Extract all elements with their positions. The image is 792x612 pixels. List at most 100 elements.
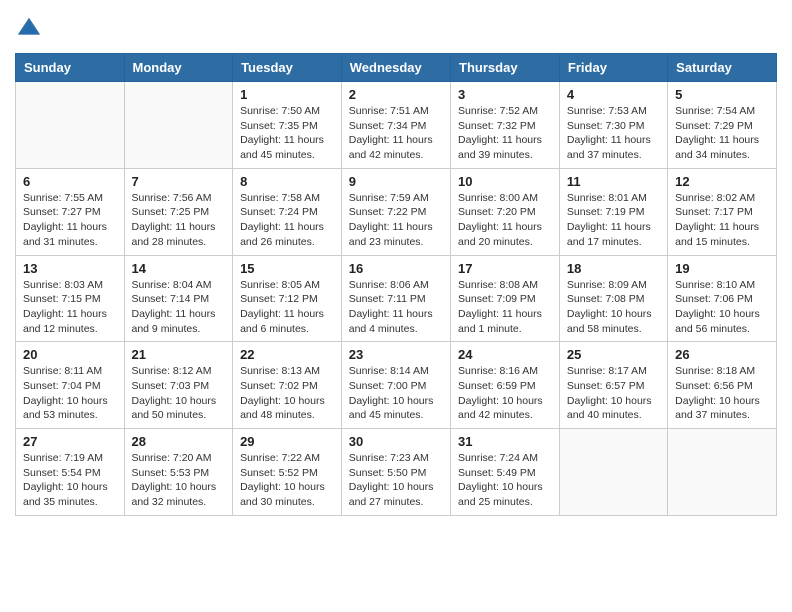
calendar-cell: 9 Sunrise: 7:59 AM Sunset: 7:22 PM Daylig… bbox=[341, 168, 450, 255]
day-info: Sunrise: 8:02 AM Sunset: 7:17 PM Dayligh… bbox=[675, 191, 769, 250]
day-header-tuesday: Tuesday bbox=[233, 54, 342, 82]
page-header bbox=[15, 15, 777, 43]
day-info: Sunrise: 8:03 AM Sunset: 7:15 PM Dayligh… bbox=[23, 278, 117, 337]
logo bbox=[15, 15, 47, 43]
day-info: Sunrise: 8:00 AM Sunset: 7:20 PM Dayligh… bbox=[458, 191, 552, 250]
calendar-cell bbox=[559, 429, 667, 516]
day-number: 3 bbox=[458, 87, 552, 102]
day-info: Sunrise: 7:56 AM Sunset: 7:25 PM Dayligh… bbox=[132, 191, 226, 250]
day-info: Sunrise: 7:50 AM Sunset: 7:35 PM Dayligh… bbox=[240, 104, 334, 163]
day-info: Sunrise: 8:04 AM Sunset: 7:14 PM Dayligh… bbox=[132, 278, 226, 337]
day-number: 9 bbox=[349, 174, 443, 189]
day-header-friday: Friday bbox=[559, 54, 667, 82]
day-info: Sunrise: 7:53 AM Sunset: 7:30 PM Dayligh… bbox=[567, 104, 660, 163]
calendar-cell: 20 Sunrise: 8:11 AM Sunset: 7:04 PM Dayli… bbox=[16, 342, 125, 429]
calendar-cell: 8Sunrise: 7:58 AM Sunset: 7:24 PM Daylig… bbox=[233, 168, 342, 255]
calendar-cell bbox=[668, 429, 777, 516]
day-number: 30 bbox=[349, 434, 443, 449]
day-info: Sunrise: 8:01 AM Sunset: 7:19 PM Dayligh… bbox=[567, 191, 660, 250]
day-header-wednesday: Wednesday bbox=[341, 54, 450, 82]
calendar-week-3: 13 Sunrise: 8:03 AM Sunset: 7:15 PM Dayli… bbox=[16, 255, 777, 342]
calendar-week-2: 6 Sunrise: 7:55 AM Sunset: 7:27 PM Daylig… bbox=[16, 168, 777, 255]
calendar-cell: 1Sunrise: 7:50 AM Sunset: 7:35 PM Daylig… bbox=[233, 82, 342, 169]
calendar-week-4: 20 Sunrise: 8:11 AM Sunset: 7:04 PM Dayli… bbox=[16, 342, 777, 429]
calendar-cell: 29 Sunrise: 7:22 AM Sunset: 5:52 PM Dayli… bbox=[233, 429, 342, 516]
calendar-header-row: SundayMondayTuesdayWednesdayThursdayFrid… bbox=[16, 54, 777, 82]
day-info: Sunrise: 7:55 AM Sunset: 7:27 PM Dayligh… bbox=[23, 191, 117, 250]
calendar-cell: 31 Sunrise: 7:24 AM Sunset: 5:49 PM Dayli… bbox=[451, 429, 560, 516]
day-info: Sunrise: 7:52 AM Sunset: 7:32 PM Dayligh… bbox=[458, 104, 552, 163]
day-info: Sunrise: 8:08 AM Sunset: 7:09 PM Dayligh… bbox=[458, 278, 552, 337]
calendar-week-1: 1Sunrise: 7:50 AM Sunset: 7:35 PM Daylig… bbox=[16, 82, 777, 169]
calendar-cell: 21 Sunrise: 8:12 AM Sunset: 7:03 PM Dayli… bbox=[124, 342, 233, 429]
day-info: Sunrise: 7:20 AM Sunset: 5:53 PM Dayligh… bbox=[132, 451, 226, 510]
day-number: 17 bbox=[458, 261, 552, 276]
day-header-monday: Monday bbox=[124, 54, 233, 82]
calendar-cell: 24Sunrise: 8:16 AM Sunset: 6:59 PM Dayli… bbox=[451, 342, 560, 429]
day-info: Sunrise: 7:23 AM Sunset: 5:50 PM Dayligh… bbox=[349, 451, 443, 510]
day-number: 5 bbox=[675, 87, 769, 102]
calendar-cell: 11 Sunrise: 8:01 AM Sunset: 7:19 PM Dayli… bbox=[559, 168, 667, 255]
day-number: 26 bbox=[675, 347, 769, 362]
day-info: Sunrise: 8:14 AM Sunset: 7:00 PM Dayligh… bbox=[349, 364, 443, 423]
day-info: Sunrise: 8:17 AM Sunset: 6:57 PM Dayligh… bbox=[567, 364, 660, 423]
calendar-cell: 15 Sunrise: 8:05 AM Sunset: 7:12 PM Dayli… bbox=[233, 255, 342, 342]
day-number: 8 bbox=[240, 174, 334, 189]
day-number: 6 bbox=[23, 174, 117, 189]
day-number: 19 bbox=[675, 261, 769, 276]
day-header-thursday: Thursday bbox=[451, 54, 560, 82]
day-info: Sunrise: 8:06 AM Sunset: 7:11 PM Dayligh… bbox=[349, 278, 443, 337]
calendar-cell: 4 Sunrise: 7:53 AM Sunset: 7:30 PM Daylig… bbox=[559, 82, 667, 169]
calendar-cell: 25Sunrise: 8:17 AM Sunset: 6:57 PM Dayli… bbox=[559, 342, 667, 429]
calendar-cell bbox=[124, 82, 233, 169]
day-info: Sunrise: 8:13 AM Sunset: 7:02 PM Dayligh… bbox=[240, 364, 334, 423]
day-number: 15 bbox=[240, 261, 334, 276]
day-number: 24 bbox=[458, 347, 552, 362]
day-number: 29 bbox=[240, 434, 334, 449]
logo-icon bbox=[15, 15, 43, 43]
calendar-cell: 5Sunrise: 7:54 AM Sunset: 7:29 PM Daylig… bbox=[668, 82, 777, 169]
calendar-week-5: 27Sunrise: 7:19 AM Sunset: 5:54 PM Dayli… bbox=[16, 429, 777, 516]
calendar-cell: 2Sunrise: 7:51 AM Sunset: 7:34 PM Daylig… bbox=[341, 82, 450, 169]
day-info: Sunrise: 7:22 AM Sunset: 5:52 PM Dayligh… bbox=[240, 451, 334, 510]
day-number: 10 bbox=[458, 174, 552, 189]
day-number: 31 bbox=[458, 434, 552, 449]
day-info: Sunrise: 8:10 AM Sunset: 7:06 PM Dayligh… bbox=[675, 278, 769, 337]
day-number: 11 bbox=[567, 174, 660, 189]
calendar-cell: 13 Sunrise: 8:03 AM Sunset: 7:15 PM Dayli… bbox=[16, 255, 125, 342]
calendar-cell: 23 Sunrise: 8:14 AM Sunset: 7:00 PM Dayli… bbox=[341, 342, 450, 429]
day-number: 13 bbox=[23, 261, 117, 276]
day-number: 27 bbox=[23, 434, 117, 449]
day-number: 14 bbox=[132, 261, 226, 276]
calendar-cell: 10 Sunrise: 8:00 AM Sunset: 7:20 PM Dayli… bbox=[451, 168, 560, 255]
day-number: 21 bbox=[132, 347, 226, 362]
day-number: 4 bbox=[567, 87, 660, 102]
day-number: 7 bbox=[132, 174, 226, 189]
day-info: Sunrise: 8:09 AM Sunset: 7:08 PM Dayligh… bbox=[567, 278, 660, 337]
day-header-sunday: Sunday bbox=[16, 54, 125, 82]
day-number: 28 bbox=[132, 434, 226, 449]
day-info: Sunrise: 7:59 AM Sunset: 7:22 PM Dayligh… bbox=[349, 191, 443, 250]
day-number: 22 bbox=[240, 347, 334, 362]
calendar-cell: 6 Sunrise: 7:55 AM Sunset: 7:27 PM Daylig… bbox=[16, 168, 125, 255]
day-info: Sunrise: 7:51 AM Sunset: 7:34 PM Dayligh… bbox=[349, 104, 443, 163]
calendar-cell: 18Sunrise: 8:09 AM Sunset: 7:08 PM Dayli… bbox=[559, 255, 667, 342]
day-info: Sunrise: 7:24 AM Sunset: 5:49 PM Dayligh… bbox=[458, 451, 552, 510]
calendar-cell: 30 Sunrise: 7:23 AM Sunset: 5:50 PM Dayli… bbox=[341, 429, 450, 516]
calendar-cell: 17 Sunrise: 8:08 AM Sunset: 7:09 PM Dayli… bbox=[451, 255, 560, 342]
calendar-cell: 22 Sunrise: 8:13 AM Sunset: 7:02 PM Dayli… bbox=[233, 342, 342, 429]
calendar-cell: 26Sunrise: 8:18 AM Sunset: 6:56 PM Dayli… bbox=[668, 342, 777, 429]
day-info: Sunrise: 8:12 AM Sunset: 7:03 PM Dayligh… bbox=[132, 364, 226, 423]
calendar-cell bbox=[16, 82, 125, 169]
calendar-cell: 12Sunrise: 8:02 AM Sunset: 7:17 PM Dayli… bbox=[668, 168, 777, 255]
calendar-cell: 27Sunrise: 7:19 AM Sunset: 5:54 PM Dayli… bbox=[16, 429, 125, 516]
calendar-cell: 19 Sunrise: 8:10 AM Sunset: 7:06 PM Dayli… bbox=[668, 255, 777, 342]
day-info: Sunrise: 8:05 AM Sunset: 7:12 PM Dayligh… bbox=[240, 278, 334, 337]
day-info: Sunrise: 8:11 AM Sunset: 7:04 PM Dayligh… bbox=[23, 364, 117, 423]
day-number: 23 bbox=[349, 347, 443, 362]
calendar-cell: 14 Sunrise: 8:04 AM Sunset: 7:14 PM Dayli… bbox=[124, 255, 233, 342]
calendar-cell: 16Sunrise: 8:06 AM Sunset: 7:11 PM Dayli… bbox=[341, 255, 450, 342]
calendar-cell: 3 Sunrise: 7:52 AM Sunset: 7:32 PM Daylig… bbox=[451, 82, 560, 169]
day-number: 20 bbox=[23, 347, 117, 362]
calendar-cell: 28 Sunrise: 7:20 AM Sunset: 5:53 PM Dayli… bbox=[124, 429, 233, 516]
